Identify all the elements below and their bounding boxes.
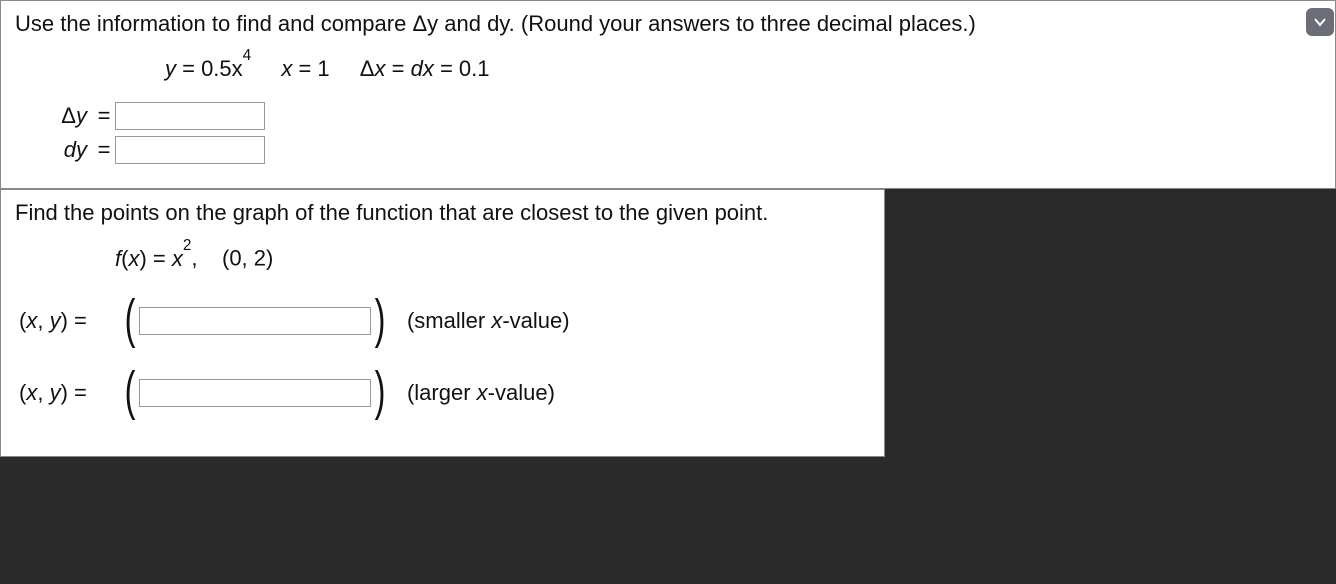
equals-sign: = — [68, 380, 87, 405]
func-fx: f(x) = x2 — [115, 246, 191, 271]
label-delta-y: ΔyΔy — [21, 103, 93, 129]
paren-open: ( — [125, 292, 136, 346]
paren-close: ) — [375, 364, 386, 418]
xy-label: (x, y) = — [15, 380, 121, 406]
problem-1-instructions: Use the information to find and compare … — [15, 11, 1321, 37]
eq-y: y = 0.5x4 — [165, 56, 257, 81]
eq-y-var: y — [165, 56, 176, 81]
eq-x: x x = 1= 1 — [281, 56, 329, 81]
hint-larger: (larger x-value)(larger x-value) — [407, 380, 555, 406]
dropdown-toggle[interactable] — [1306, 8, 1334, 36]
paren-open: ( — [125, 364, 136, 418]
input-point-larger[interactable] — [139, 379, 371, 407]
answer-row-smaller: (x, y) = ( ) (smaller x-value)(smaller x… — [15, 294, 870, 348]
hint-smaller: (smaller x-value)(smaller x-value) — [407, 308, 570, 334]
problem-1: Use the information to find and compare … — [0, 0, 1336, 189]
input-dy[interactable] — [115, 136, 265, 164]
func-sep: , — [191, 246, 197, 271]
given-point: (0, 2) — [222, 246, 273, 271]
equals-sign: = — [93, 137, 115, 163]
eq-y-val: = 0.5x — [176, 56, 243, 81]
eq-dx: Δx = dx = 0.1Δx = dx = 0.1 — [360, 56, 490, 81]
xy-label: (x, y) = — [15, 308, 121, 334]
paren-close: ) — [375, 292, 386, 346]
problem-2-given: f(x) = x2, (0, 2) f(x) = x — [115, 244, 870, 271]
answer-row-larger: (x, y) = ( ) (larger x-value)(larger x-v… — [15, 366, 870, 420]
equals-sign: = — [68, 308, 87, 333]
answer-row-delta-y: ΔyΔy = — [21, 102, 1321, 130]
chevron-down-icon — [1312, 14, 1328, 30]
problem-2: Find the points on the graph of the func… — [0, 189, 885, 456]
problem-2-instructions: Find the points on the graph of the func… — [15, 200, 870, 226]
label-dy: dy — [21, 137, 93, 163]
answer-row-dy: dy = — [21, 136, 1321, 164]
input-delta-y[interactable] — [115, 102, 265, 130]
problem-1-given: y = 0.5x4 x x = 1= 1 Δx = dx = 0.1Δx = d… — [165, 55, 1321, 82]
eq-y-exp: 4 — [243, 47, 252, 64]
equals-sign: = — [93, 103, 115, 129]
input-point-smaller[interactable] — [139, 307, 371, 335]
func-exp: 2 — [183, 237, 192, 254]
